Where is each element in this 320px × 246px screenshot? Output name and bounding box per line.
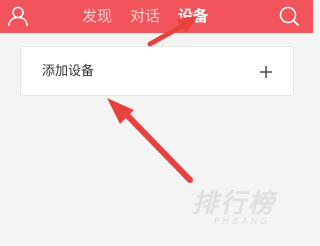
top-tabs: 发现 对话 设备: [82, 0, 208, 33]
add-device-button[interactable]: 添加设备: [20, 46, 294, 96]
tab-chat[interactable]: 对话: [130, 0, 160, 33]
user-icon[interactable]: [7, 5, 29, 27]
tab-devices[interactable]: 设备: [178, 0, 208, 33]
add-device-label: 添加设备: [42, 64, 95, 79]
top-bar: 发现 对话 设备: [0, 0, 313, 33]
search-icon[interactable]: [278, 5, 300, 27]
tab-discover[interactable]: 发现: [82, 0, 112, 33]
plus-icon: [259, 64, 273, 78]
